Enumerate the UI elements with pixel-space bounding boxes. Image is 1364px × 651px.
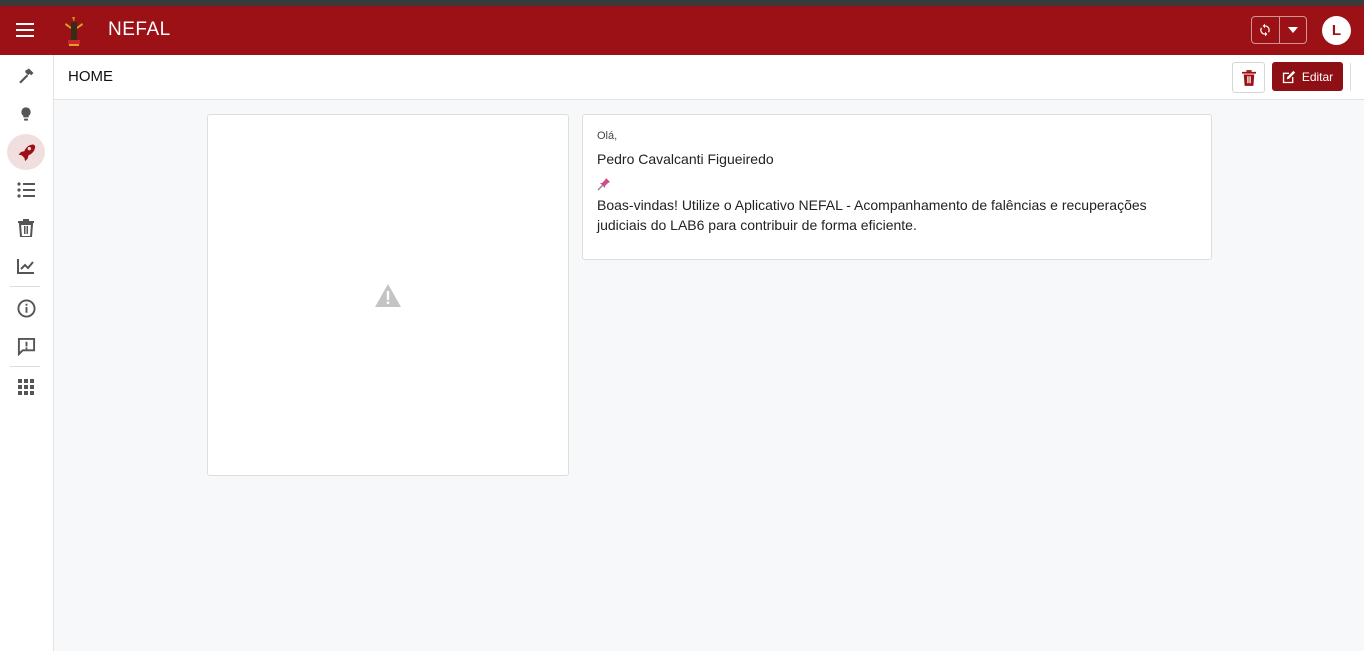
top-app-bar: NEFAL L xyxy=(0,6,1364,55)
info-icon xyxy=(16,298,36,318)
sidebar-item-tools[interactable] xyxy=(7,58,45,94)
user-name: Pedro Cavalcanti Figueiredo xyxy=(597,151,774,167)
lightbulb-icon xyxy=(21,107,31,121)
rocket-icon xyxy=(18,144,36,162)
hammer-icon xyxy=(19,68,34,84)
list-icon xyxy=(17,182,35,198)
edit-button-label: Editar xyxy=(1301,69,1334,84)
sync-icon xyxy=(1260,23,1270,37)
menu-icon[interactable] xyxy=(10,18,40,42)
image-card xyxy=(207,114,569,476)
sidebar-item-info[interactable] xyxy=(7,290,45,326)
user-avatar[interactable]: L xyxy=(1322,16,1351,45)
pushpin-icon xyxy=(597,177,611,191)
trash-icon xyxy=(1241,69,1256,86)
delete-button[interactable] xyxy=(1232,62,1265,93)
warning-icon xyxy=(375,283,401,307)
welcome-card: Olá, Pedro Cavalcanti Figueiredo Boas-vi… xyxy=(582,114,1212,260)
sidebar-item-home[interactable] xyxy=(7,134,45,170)
edit-icon xyxy=(1282,70,1295,83)
sidebar-item-trash[interactable] xyxy=(7,210,45,246)
sidebar-item-list[interactable] xyxy=(7,172,45,208)
sidebar-item-apps[interactable] xyxy=(7,369,45,405)
sidebar-item-ideas[interactable] xyxy=(7,96,45,132)
app-logo xyxy=(62,15,86,47)
greeting-text: Olá, xyxy=(597,130,618,142)
app-title: NEFAL xyxy=(108,19,171,40)
caret-down-icon xyxy=(1287,27,1298,33)
welcome-message: Boas-vindas! Utilize o Aplicativo NEFAL … xyxy=(597,197,1147,233)
sidebar-divider xyxy=(10,286,40,287)
feedback-icon xyxy=(17,337,35,356)
sidebar-item-feedback[interactable] xyxy=(7,328,45,364)
sync-dropdown-button[interactable] xyxy=(1280,17,1307,43)
sync-button[interactable] xyxy=(1252,17,1280,43)
page-title: HOME xyxy=(68,68,113,85)
page-header: HOME Editar xyxy=(54,55,1364,100)
chart-line-icon xyxy=(17,259,34,274)
edit-button[interactable]: Editar xyxy=(1272,62,1343,91)
apps-grid-icon xyxy=(18,379,34,395)
sidebar xyxy=(0,55,54,651)
sync-button-group xyxy=(1251,16,1307,44)
header-divider xyxy=(1350,63,1351,91)
trash-icon xyxy=(18,219,34,237)
sidebar-divider xyxy=(10,366,40,367)
sidebar-item-charts[interactable] xyxy=(7,248,45,284)
